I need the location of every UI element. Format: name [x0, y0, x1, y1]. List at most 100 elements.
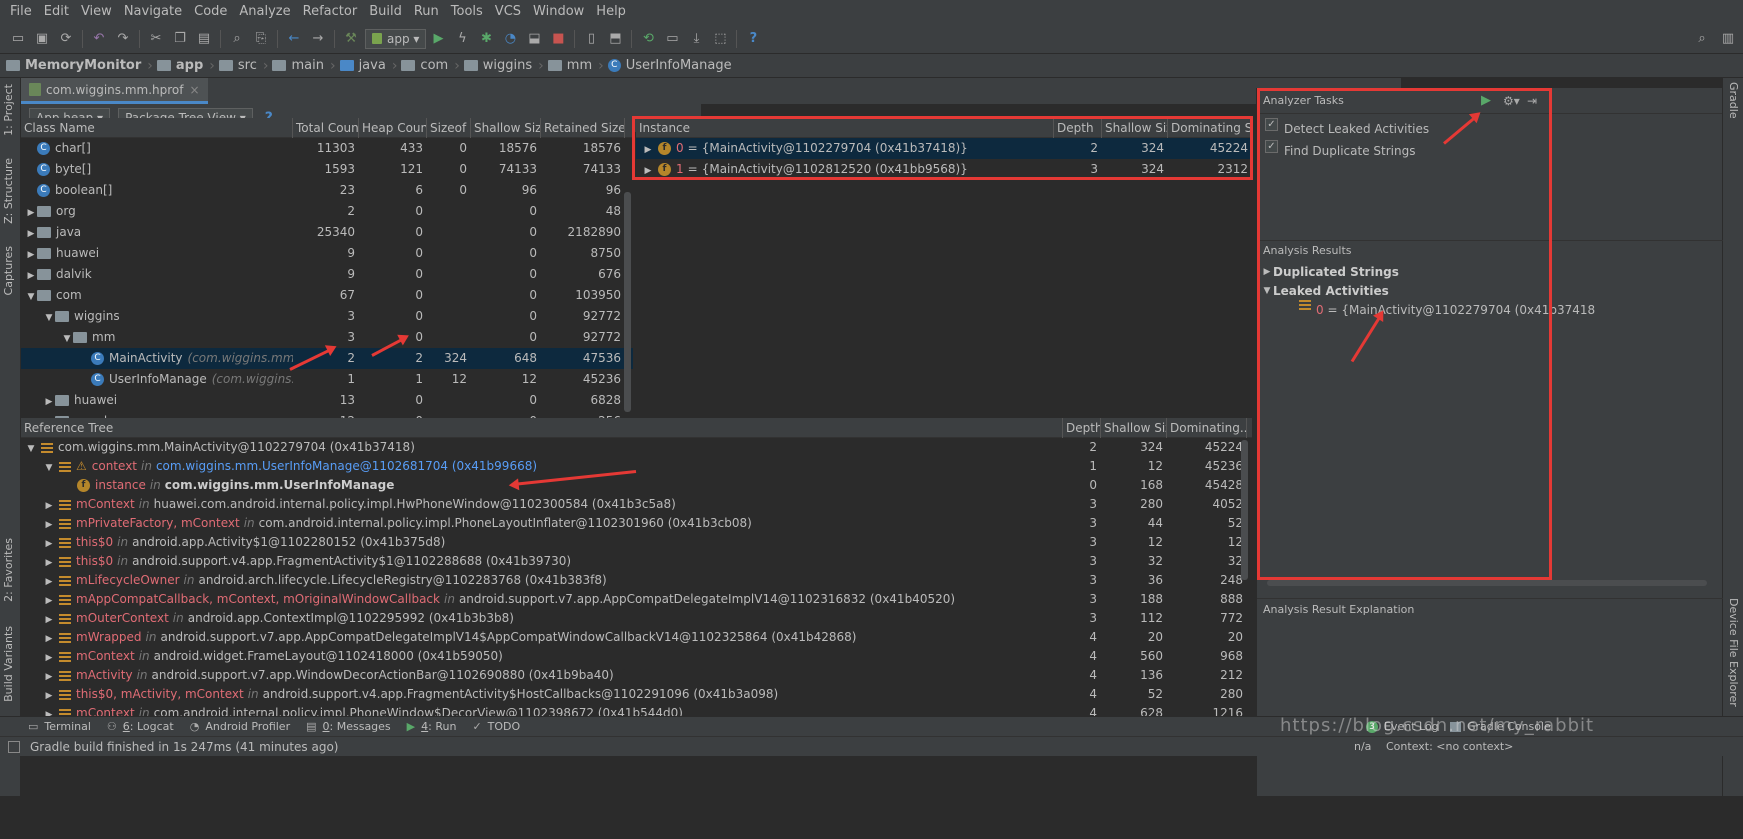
class-row[interactable]: Cchar[] 11303 433 0 18576 18576	[21, 138, 633, 159]
menu-file[interactable]: File	[4, 0, 38, 24]
expand-arrow-icon[interactable]: ▶	[43, 592, 55, 609]
expand-arrow-icon[interactable]: ▼	[61, 329, 73, 348]
menu-analyze[interactable]: Analyze	[233, 0, 296, 24]
reference-row[interactable]: ▶ mWrapped in android.support.v7.app.AppCom…	[21, 628, 1252, 647]
tool-gradle[interactable]: Gradle	[1727, 82, 1740, 119]
expand-arrow-icon[interactable]: ▶	[43, 649, 55, 666]
col-ref-dominating[interactable]: Dominating...	[1167, 418, 1247, 438]
expand-arrow-icon[interactable]: ▼	[25, 287, 37, 306]
cut-icon[interactable]: ✂	[148, 31, 164, 47]
menu-view[interactable]: View	[75, 0, 118, 24]
copy-icon[interactable]: ❐	[172, 31, 188, 47]
class-row[interactable]: ▶ huawei 9 0 0 8750	[21, 243, 633, 264]
bottom-tab[interactable]: ◔ Android Profiler	[190, 720, 290, 733]
class-row[interactable]: ▶ java 25340 0 0 2182890	[21, 222, 633, 243]
run-config-select[interactable]: app ▾	[365, 28, 427, 49]
menu-run[interactable]: Run	[408, 0, 445, 24]
expand-arrow-icon[interactable]: ▶	[43, 392, 55, 411]
stop-icon[interactable]: ■	[550, 31, 566, 47]
reference-row[interactable]: ▶ mOuterContext in android.app.ContextImpl@…	[21, 609, 1252, 628]
reference-row[interactable]: ▶ mContext in android.widget.FrameLayout@11…	[21, 647, 1252, 666]
expand-arrow-icon[interactable]: ▶	[43, 687, 55, 704]
class-row[interactable]: ▼ wiggins 3 0 0 92772	[21, 306, 633, 327]
breadcrumb-mm[interactable]: mm ›	[547, 58, 604, 74]
breadcrumb-java[interactable]: java ›	[339, 58, 397, 74]
class-row[interactable]: C UserInfoManage (com.wiggins.mm) 1 1 12 12 452…	[21, 369, 633, 390]
reference-row[interactable]: ▶ mContext in com.android.internal.policy.i…	[21, 704, 1252, 716]
expand-arrow-icon[interactable]: ▶	[43, 535, 55, 552]
expand-arrow-icon[interactable]: ▼	[43, 308, 55, 327]
device-icon[interactable]: ▯	[583, 31, 599, 47]
bottom-tab[interactable]: ▶ 4: Run	[407, 720, 457, 733]
tool-build-variants[interactable]: Build Variants	[2, 626, 15, 702]
breadcrumb-wiggins[interactable]: wiggins ›	[463, 58, 544, 74]
reference-row[interactable]: ▶ mActivity in android.support.v7.app.Windo…	[21, 666, 1252, 685]
bottom-tab[interactable]: ✓ TODO	[472, 720, 520, 733]
apply-changes-icon[interactable]: ϟ	[454, 31, 470, 47]
back-icon[interactable]: ←	[286, 31, 302, 47]
breadcrumb-class[interactable]: C UserInfoManage	[607, 58, 732, 73]
menu-build[interactable]: Build	[363, 0, 408, 24]
expand-arrow-icon[interactable]: ▶	[43, 668, 55, 685]
expand-arrow-icon[interactable]: ▶	[25, 266, 37, 285]
expand-arrow-icon[interactable]: ▶	[25, 203, 37, 222]
reference-row[interactable]: ▶ this$0 in android.app.Activity$1@11022801…	[21, 533, 1252, 552]
col-sizeof[interactable]: Sizeof	[427, 118, 471, 138]
class-row[interactable]: ▼ com 67 0 0 103950	[21, 285, 633, 306]
avd-manager-icon[interactable]: ▭	[664, 31, 680, 47]
menu-help[interactable]: Help	[590, 0, 632, 24]
menu-vcs[interactable]: VCS	[489, 0, 527, 24]
tool-structure[interactable]: Z: Structure	[2, 158, 15, 224]
col-ref-depth[interactable]: Depth	[1063, 418, 1101, 438]
reference-row[interactable]: ▶ this$0 in android.support.v4.app.Fragment…	[21, 552, 1252, 571]
class-row[interactable]: Cbyte[] 1593 121 0 74133 74133	[21, 159, 633, 180]
expand-arrow-icon[interactable]: ▶	[43, 516, 55, 533]
col-heap-count[interactable]: Heap Count	[359, 118, 427, 138]
reference-row[interactable]: ▼ com.wiggins.mm.MainActivity@1102279704 …	[21, 438, 1252, 457]
breadcrumb-app[interactable]: app ›	[156, 58, 215, 74]
close-tab-icon[interactable]: ×	[189, 83, 199, 97]
status-toggle-icon[interactable]	[8, 740, 20, 753]
expand-arrow-icon[interactable]: ▶	[43, 611, 55, 628]
layout-icon[interactable]: ▥	[1720, 31, 1736, 47]
run-icon[interactable]: ▶	[430, 31, 446, 47]
bottom-tab[interactable]: ▤ 0: Messages	[306, 720, 391, 733]
menu-window[interactable]: Window	[527, 0, 590, 24]
reference-row[interactable]: ▶ mPrivateFactory, mContext in com.android.…	[21, 514, 1252, 533]
col-total-count[interactable]: Total Count	[293, 118, 359, 138]
save-icon[interactable]: ▣	[34, 31, 50, 47]
bottom-tab[interactable]: ⚇ 6: Logcat	[107, 720, 174, 733]
class-row[interactable]: Cboolean[] 23 6 0 96 96	[21, 180, 633, 201]
bottom-tab[interactable]: ▭ Terminal	[28, 720, 91, 733]
expand-arrow-icon[interactable]: ▶	[25, 224, 37, 243]
help-icon[interactable]: ?	[745, 31, 761, 47]
col-shallow-size[interactable]: Shallow Size	[471, 118, 541, 138]
search-everywhere-icon[interactable]: ⌕	[1694, 31, 1710, 47]
reference-row[interactable]: ▶ this$0, mActivity, mContext in android.su…	[21, 685, 1252, 704]
col-class-name[interactable]: Class Name	[21, 118, 293, 138]
attach-icon[interactable]: ⬒	[607, 31, 623, 47]
sdk-manager-icon[interactable]: ⤓	[688, 31, 704, 47]
tool-favorites[interactable]: 2: Favorites	[2, 538, 15, 602]
breadcrumb-com[interactable]: com ›	[401, 58, 460, 74]
menu-edit[interactable]: Edit	[38, 0, 75, 24]
debug-icon[interactable]: ✱	[478, 31, 494, 47]
expand-arrow-icon[interactable]: ▶	[43, 573, 55, 590]
forward-icon[interactable]: →	[310, 31, 326, 47]
make-project-icon[interactable]: ⚒	[343, 31, 359, 47]
expand-arrow-icon[interactable]: ▶	[43, 630, 55, 647]
breadcrumb-src[interactable]: src ›	[218, 58, 268, 74]
col-ref-shallow[interactable]: Shallow Size	[1101, 418, 1167, 438]
tab-hprof[interactable]: com.wiggins.mm.hprof ×	[21, 78, 208, 104]
menu-navigate[interactable]: Navigate	[118, 0, 188, 24]
expand-arrow-icon[interactable]: ▶	[43, 497, 55, 514]
class-row[interactable]: ▶ dalvik 9 0 0 676	[21, 264, 633, 285]
expand-arrow-icon[interactable]: ▶	[43, 554, 55, 571]
menu-refactor[interactable]: Refactor	[297, 0, 364, 24]
sync-icon[interactable]: ⟳	[58, 31, 74, 47]
redo-icon[interactable]: ↷	[115, 31, 131, 47]
reference-row[interactable]: ▶ mAppCompatCallback, mContext, mOriginal…	[21, 590, 1252, 609]
menu-tools[interactable]: Tools	[445, 0, 489, 24]
layout-inspector-icon[interactable]: ⬚	[712, 31, 728, 47]
expand-arrow-icon[interactable]: ▶	[25, 245, 37, 264]
